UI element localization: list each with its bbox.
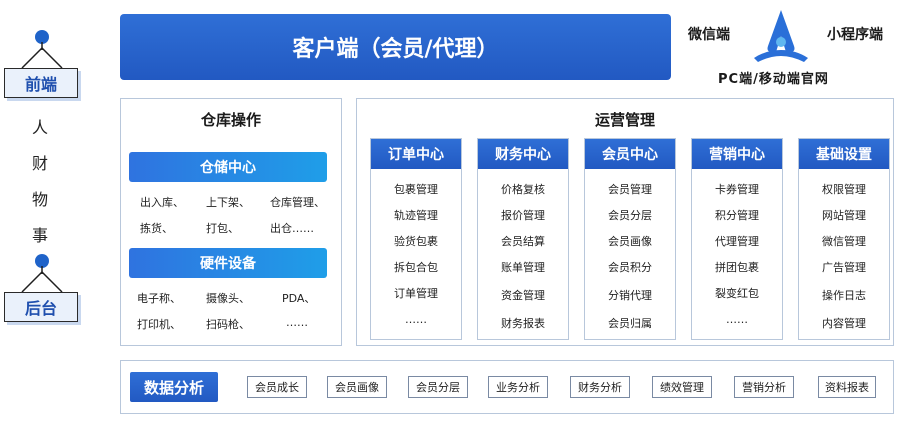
column-item: 价格复核 [501, 183, 545, 196]
front-label: 前端 [4, 68, 78, 98]
analysis-tag: 会员分层 [408, 376, 468, 398]
axis-char-3: 物 [31, 190, 48, 209]
column-item: 验货包裹 [394, 235, 438, 248]
hardware-item: 扫码枪、 [206, 318, 250, 331]
column-item: 拆包合包 [394, 261, 438, 274]
back-node: 后台 [2, 254, 80, 329]
column-item: 权限管理 [822, 183, 866, 196]
column-item: 报价管理 [501, 209, 545, 222]
marketing-center-column: 营销中心 卡券管理 积分管理 代理管理 拼团包裹 裂变红包 …… [691, 138, 783, 340]
settings-column: 基础设置 权限管理 网站管理 微信管理 广告管理 操作日志 内容管理 [798, 138, 890, 340]
column-item: 会员画像 [608, 235, 652, 248]
column-header: 基础设置 [799, 139, 889, 169]
column-header: 营销中心 [692, 139, 782, 169]
order-center-column: 订单中心 包裹管理 轨迹管理 验货包裹 拆包合包 订单管理 …… [370, 138, 462, 340]
column-header: 订单中心 [371, 139, 461, 169]
column-item: 会员归属 [608, 317, 652, 330]
back-label: 后台 [4, 292, 78, 322]
hardware-bar: 硬件设备 [129, 248, 327, 278]
column-header: 财务中心 [478, 139, 568, 169]
storage-item: 上下架、 [206, 196, 250, 209]
analysis-tag: 会员成长 [247, 376, 307, 398]
hardware-item: 电子称、 [137, 292, 181, 305]
analysis-tag: 营销分析 [734, 376, 794, 398]
column-item: 内容管理 [822, 317, 866, 330]
axis-char-2: 财 [31, 154, 48, 173]
analysis-tag: 会员画像 [327, 376, 387, 398]
column-item: 裂变红包 [715, 287, 759, 300]
column-item: 积分管理 [715, 209, 759, 222]
axis-char-1: 人 [31, 118, 48, 137]
analysis-tag: 财务分析 [570, 376, 630, 398]
member-center-column: 会员中心 会员管理 会员分层 会员画像 会员积分 分销代理 会员归属 [584, 138, 676, 340]
column-item: 微信管理 [822, 235, 866, 248]
storage-item: 出入库、 [140, 196, 184, 209]
column-item: 卡券管理 [715, 183, 759, 196]
logo-area: 微信端 小程序端 PC端/移动端官网 [688, 4, 893, 90]
column-item: …… [726, 313, 748, 326]
logo-right-text: 小程序端 [827, 27, 883, 43]
column-item: 拼团包裹 [715, 261, 759, 274]
storage-item: 出仓…… [270, 222, 314, 235]
column-item: 会员结算 [501, 235, 545, 248]
brand-logo-icon [754, 10, 808, 62]
hardware-item: 摄像头、 [206, 292, 250, 305]
column-item: 网站管理 [822, 209, 866, 222]
analysis-tag: 资料报表 [818, 376, 876, 398]
hardware-item: PDA、 [282, 292, 316, 305]
column-item: 包裹管理 [394, 183, 438, 196]
storage-item: 拣货、 [140, 222, 173, 235]
column-item: 会员管理 [608, 183, 652, 196]
column-item: 会员分层 [608, 209, 652, 222]
storage-center-bar: 仓储中心 [129, 152, 327, 182]
logo-bottom-text: PC端/移动端官网 [718, 72, 829, 87]
hardware-item: …… [286, 316, 308, 329]
front-node: 前端 [2, 30, 80, 105]
column-header: 会员中心 [585, 139, 675, 169]
logo-left-text: 微信端 [688, 27, 730, 43]
column-item: 会员积分 [608, 261, 652, 274]
operations-title: 运营管理 [594, 111, 655, 129]
branch-lines [21, 266, 63, 293]
column-item: 分销代理 [608, 289, 652, 302]
column-item: 订单管理 [394, 287, 438, 300]
warehouse-title: 仓库操作 [200, 111, 261, 129]
column-item: …… [405, 313, 427, 326]
hardware-item: 打印机、 [137, 318, 181, 331]
column-item: 轨迹管理 [394, 209, 438, 222]
column-item: 资金管理 [501, 289, 545, 302]
column-item: 广告管理 [822, 261, 866, 274]
storage-item: 打包、 [206, 222, 239, 235]
column-item: 代理管理 [715, 235, 759, 248]
branch-lines [21, 42, 63, 69]
column-item: 账单管理 [501, 261, 545, 274]
finance-center-column: 财务中心 价格复核 报价管理 会员结算 账单管理 资金管理 财务报表 [477, 138, 569, 340]
left-axis: 前端 人 财 物 事 后台 [0, 0, 80, 428]
analysis-label: 数据分析 [130, 372, 218, 402]
analysis-tag: 业务分析 [488, 376, 548, 398]
column-item: 财务报表 [501, 317, 545, 330]
column-item: 操作日志 [822, 289, 866, 302]
client-banner: 客户端（会员/代理） [120, 14, 671, 80]
analysis-tag: 绩效管理 [652, 376, 712, 398]
storage-item: 仓库管理、 [270, 196, 325, 209]
axis-char-4: 事 [31, 226, 48, 245]
